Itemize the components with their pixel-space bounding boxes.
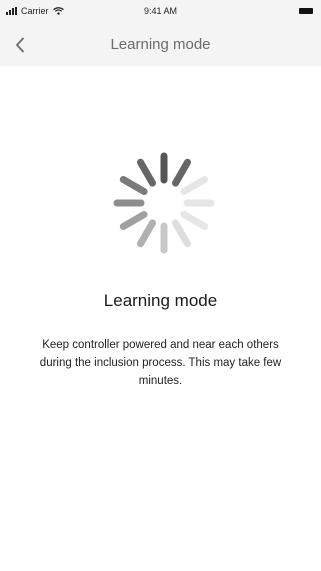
spinner-spoke — [137, 158, 156, 187]
status-bar: Carrier 9:41 AM — [0, 0, 321, 24]
learning-mode-screen: Carrier 9:41 AM Learning mode Learning m… — [0, 0, 321, 571]
spinner-spoke — [172, 219, 191, 248]
status-time: 9:41 AM — [143, 6, 178, 16]
spinner-spoke — [172, 158, 191, 187]
spinner-spoke — [180, 176, 209, 195]
spinner-spoke — [119, 176, 148, 195]
navigation-bar: Learning mode — [0, 24, 321, 66]
instruction-text: Keep controller powered and near each ot… — [39, 339, 282, 387]
battery-icon — [299, 8, 313, 14]
page-heading: Learning mode — [103, 291, 218, 310]
loading-spinner-icon — [113, 152, 215, 254]
spinner-spoke — [137, 219, 156, 248]
nav-title: Learning mode — [110, 36, 211, 53]
spinner-spoke — [119, 211, 148, 230]
spinner-spoke — [180, 211, 209, 230]
